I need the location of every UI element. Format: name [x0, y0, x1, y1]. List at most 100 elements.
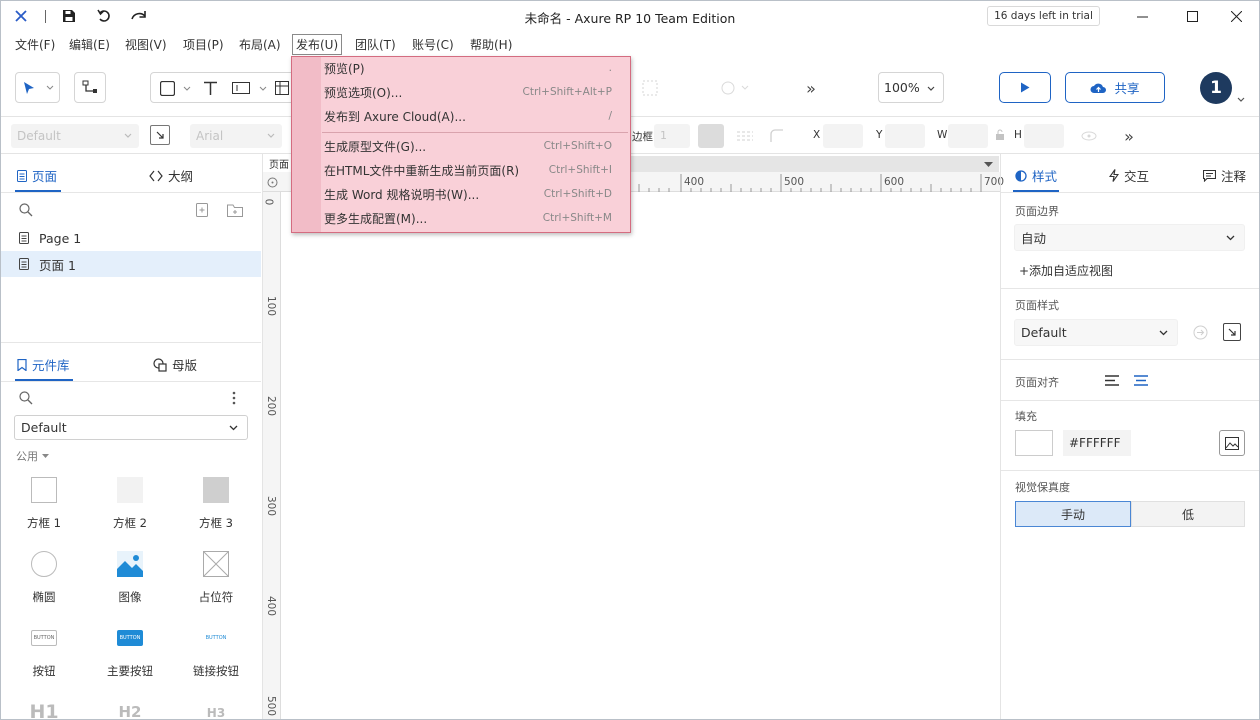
add-adaptive-view-link[interactable]: +添加自适应视图 — [1019, 262, 1113, 279]
widget-h1[interactable]: H1 — [1, 697, 87, 719]
text-tool-icon[interactable] — [199, 78, 221, 98]
style-edit-icon[interactable] — [150, 125, 170, 145]
fill-color-input[interactable]: #FFFFFF — [1063, 430, 1131, 456]
library-group-label: 公用 — [16, 450, 38, 463]
user-avatar[interactable]: 1 — [1200, 72, 1232, 104]
add-page-icon[interactable] — [193, 201, 211, 219]
ruler-label: 400 — [684, 176, 705, 188]
menu-team[interactable]: 团队(T) — [352, 35, 399, 53]
tab-style[interactable]: 样式 — [1015, 166, 1057, 185]
line-style-icon — [735, 127, 755, 145]
rectangle-tool-icon[interactable] — [156, 78, 178, 98]
widget-box-1[interactable]: 方框 1 — [1, 477, 87, 547]
axure-logo-icon — [9, 5, 33, 27]
box-thumb — [203, 477, 229, 503]
widget-label: 占位符 — [198, 590, 234, 604]
close-button[interactable] — [1213, 1, 1259, 32]
tab-outline[interactable]: 大纲 — [149, 166, 193, 185]
tab-pages[interactable]: 页面 — [17, 166, 57, 185]
menu-account[interactable]: 账号(C) — [409, 35, 457, 53]
menu-item-regenerate-page[interactable]: 在HTML文件中重新生成当前页面(R) Ctrl+Shift+I — [322, 159, 630, 181]
chevron-down-icon[interactable] — [1237, 97, 1245, 103]
widget-placeholder[interactable]: 占位符 — [173, 551, 259, 621]
tab-masters-label: 母版 — [172, 358, 198, 373]
library-group-header[interactable]: 公用 — [16, 448, 49, 464]
fidelity-manual-button[interactable]: 手动 — [1015, 501, 1131, 527]
widget-primary-button[interactable]: BUTTON 主要按钮 — [87, 625, 173, 695]
widget-button[interactable]: BUTTON 按钮 — [1, 625, 87, 695]
more-tools-button[interactable]: » — [800, 78, 822, 98]
tab-library[interactable]: 元件库 — [17, 355, 70, 374]
design-canvas[interactable]: 页面 400 500 600 700 0 100 200 300 400 500 — [262, 154, 1004, 719]
canvas-tab[interactable]: 页面 — [263, 154, 291, 172]
menu-item-more-configs[interactable]: 更多生成配置(M)... Ctrl+Shift+M — [322, 207, 630, 229]
widget-box-3[interactable]: 方框 3 — [173, 477, 259, 547]
widget-link-button[interactable]: BUTTON 链接按钮 — [173, 625, 259, 695]
page-row[interactable]: Page 1 — [1, 225, 261, 251]
page-border-label: 页面边界 — [1015, 205, 1059, 218]
border-width-input: 1 — [654, 124, 690, 148]
more-options-icon[interactable] — [229, 389, 239, 407]
tab-notes[interactable]: 注释 — [1203, 166, 1246, 185]
menu-publish[interactable]: 发布(U) — [292, 34, 343, 55]
caret-down-icon[interactable] — [984, 162, 993, 168]
widget-h2[interactable]: H2 — [87, 697, 173, 719]
fill-image-button[interactable] — [1219, 430, 1245, 456]
menu-help[interactable]: 帮助(H) — [467, 35, 515, 53]
share-button[interactable]: 共享 — [1065, 72, 1165, 103]
page-row-selected[interactable]: 页面 1 — [1, 251, 261, 277]
more-style-button[interactable]: » — [1118, 126, 1140, 146]
x-label: X — [813, 129, 821, 141]
input-tool-icon[interactable] — [229, 78, 253, 98]
connector-tool-button[interactable] — [74, 72, 106, 103]
widget-box-2[interactable]: 方框 2 — [87, 477, 173, 547]
image-fill-icon — [1225, 436, 1239, 450]
redo-icon[interactable] — [127, 5, 151, 27]
menu-item-publish-cloud[interactable]: 发布到 Axure Cloud(A)... / — [322, 105, 630, 127]
preview-button[interactable] — [999, 72, 1051, 103]
h-label: H — [1014, 129, 1022, 141]
page-border-select[interactable]: 自动 — [1014, 224, 1245, 251]
trial-badge[interactable]: 16 days left in trial — [987, 6, 1100, 26]
select-tool-button[interactable] — [15, 72, 60, 103]
menu-item-preview-options[interactable]: 预览选项(O)... Ctrl+Shift+Alt+P — [322, 81, 630, 103]
ruler-label: 600 — [884, 176, 905, 188]
undo-icon[interactable] — [92, 5, 116, 27]
widget-ellipse[interactable]: 椭圆 — [1, 551, 87, 621]
minimize-button[interactable] — [1119, 1, 1165, 32]
ruler-label: 500 — [265, 695, 278, 717]
widget-h3[interactable]: H3 — [173, 697, 259, 719]
fidelity-low-button[interactable]: 低 — [1131, 501, 1245, 527]
menu-item-label: 更多生成配置(M)... — [324, 211, 428, 226]
search-icon[interactable] — [17, 389, 35, 407]
edit-style-icon[interactable] — [1223, 323, 1241, 341]
table-tool-icon[interactable] — [273, 78, 291, 98]
tab-interactions[interactable]: 交互 — [1109, 166, 1149, 185]
widget-image[interactable]: 图像 — [87, 551, 173, 621]
menu-edit[interactable]: 编辑(E) — [66, 35, 113, 53]
zoom-select[interactable]: 100% — [878, 72, 944, 103]
divider — [1001, 288, 1259, 289]
menu-item-generate-word[interactable]: 生成 Word 规格说明书(W)... Ctrl+Shift+D — [322, 183, 630, 205]
style-icon — [1015, 169, 1027, 182]
fill-color-swatch[interactable] — [1015, 430, 1053, 456]
ruler-label: 200 — [265, 395, 278, 417]
add-folder-icon[interactable] — [225, 201, 245, 219]
menu-layout[interactable]: 布局(A) — [236, 35, 284, 53]
align-left-icon[interactable] — [1103, 372, 1121, 388]
menu-project[interactable]: 项目(P) — [180, 35, 227, 53]
library-select[interactable]: Default — [14, 415, 248, 440]
ruler-label: 0 — [262, 198, 275, 206]
page-border-value: 自动 — [1021, 231, 1047, 246]
search-icon[interactable] — [17, 201, 35, 219]
maximize-button[interactable] — [1169, 1, 1215, 32]
fill-label: 填充 — [1015, 410, 1037, 423]
menu-view[interactable]: 视图(V) — [122, 35, 170, 53]
save-icon[interactable] — [57, 5, 81, 27]
menu-item-preview[interactable]: 预览(P) . — [322, 57, 630, 79]
menu-file[interactable]: 文件(F) — [12, 35, 58, 53]
tab-masters[interactable]: 母版 — [153, 355, 197, 374]
menu-item-generate-prototype[interactable]: 生成原型文件(G)... Ctrl+Shift+O — [322, 135, 630, 157]
page-style-select[interactable]: Default — [1014, 319, 1178, 346]
align-center-icon[interactable] — [1132, 372, 1150, 388]
